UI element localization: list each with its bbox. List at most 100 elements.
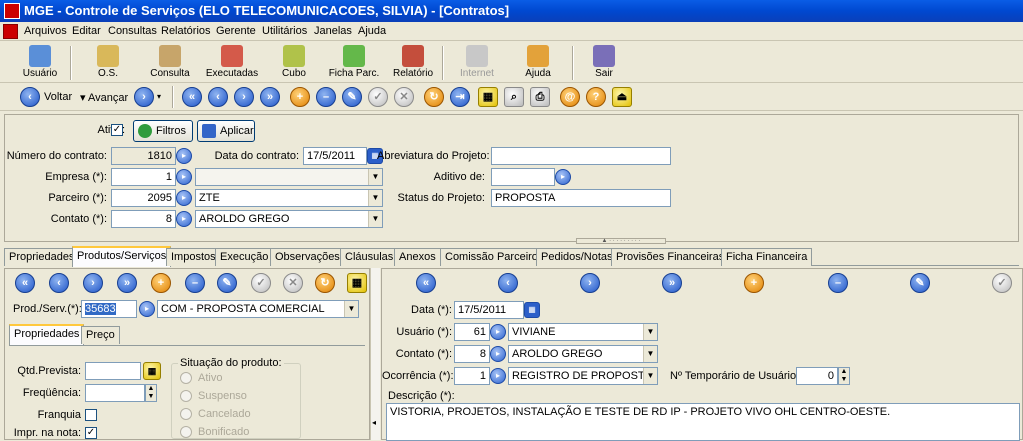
chevron-down-icon[interactable]: ▼ <box>643 368 657 384</box>
edit-icon[interactable]: ✎ <box>217 273 237 293</box>
usuario-lookup-icon[interactable]: ▸ <box>490 324 506 340</box>
prod-name-dropdown[interactable]: COM - PROPOSTA COMERCIAL ▼ <box>157 300 359 318</box>
menu-gerente[interactable]: Gerente <box>216 24 256 39</box>
contato-lookup-icon[interactable]: ▸ <box>176 211 192 227</box>
menu-arquivos[interactable]: Arquivos <box>24 24 67 39</box>
parceiro-name-dropdown[interactable]: ZTE ▼ <box>195 189 383 207</box>
calculator-icon[interactable]: ▦ <box>347 273 367 293</box>
empresa-code-field[interactable]: 1 <box>111 168 176 186</box>
chevron-down-icon[interactable]: ▼ <box>344 301 358 317</box>
splitter-handle[interactable]: ▲ · · · · · · · · · <box>576 238 666 244</box>
last-record-icon[interactable]: » <box>117 273 137 293</box>
insert-icon[interactable]: + <box>744 273 764 293</box>
back-label[interactable]: Voltar <box>44 91 72 103</box>
contato-ocorr-code-field[interactable]: 8 <box>454 345 490 363</box>
delete-icon[interactable]: – <box>185 273 205 293</box>
descricao-textarea[interactable]: VISTORIA, PROJETOS, INSTALAÇÃO E TESTE D… <box>386 403 1020 441</box>
frequencia-field[interactable] <box>85 384 145 402</box>
calculator-icon[interactable]: ▦ <box>143 362 161 380</box>
usuario-name-dropdown[interactable]: VIVIANE ▼ <box>508 323 658 341</box>
os-button[interactable]: O.S. <box>84 45 132 81</box>
temp-usuarios-spinner[interactable]: ▲ ▼ <box>838 367 850 385</box>
numero-lookup-icon[interactable]: ▸ <box>176 148 192 164</box>
aplicar-button[interactable]: Aplicar <box>197 120 255 142</box>
tab-anexos[interactable]: Anexos <box>394 248 441 266</box>
parceiro-code-field[interactable]: 2095 <box>111 189 176 207</box>
menu-utilitarios[interactable]: Utilitários <box>262 24 307 39</box>
prod-lookup-icon[interactable]: ▸ <box>139 301 155 317</box>
insert-icon[interactable]: + <box>290 87 310 107</box>
chevron-down-icon[interactable]: ▼ <box>368 190 382 206</box>
last-record-icon[interactable]: » <box>260 87 280 107</box>
tab-pedidos-notas[interactable]: Pedidos/Notas <box>536 248 618 266</box>
document-icon[interactable] <box>3 24 18 39</box>
tab-provisoes-financeiras[interactable]: Provisões Financeiras <box>611 248 730 266</box>
refresh-icon[interactable]: ↻ <box>424 87 444 107</box>
email-icon[interactable]: @ <box>560 87 580 107</box>
post-icon[interactable]: ✓ <box>251 273 271 293</box>
menu-editar[interactable]: Editar <box>72 24 101 39</box>
cubo-button[interactable]: Cubo <box>272 45 316 81</box>
panel-divider-scrollbar[interactable]: ◂ <box>370 268 380 440</box>
edit-icon[interactable]: ✎ <box>910 273 930 293</box>
post-icon[interactable]: ✓ <box>368 87 388 107</box>
ocorrencia-code-field[interactable]: 1 <box>454 367 490 385</box>
empresa-name-dropdown[interactable]: ▼ <box>195 168 383 186</box>
previous-record-icon[interactable]: ‹ <box>208 87 228 107</box>
numero-field[interactable]: 1810 <box>111 147 176 165</box>
search-record-icon[interactable]: ⇥ <box>450 87 470 107</box>
radio-suspenso[interactable] <box>180 390 192 402</box>
chevron-down-icon[interactable]: ▼ <box>368 211 382 227</box>
tab-produtos-servicos[interactable]: Produtos/Serviços <box>72 246 172 267</box>
forward-dropdown-icon[interactable]: ▾ <box>157 92 161 101</box>
ajuda-button[interactable]: Ajuda <box>518 45 558 81</box>
subtab-preco[interactable]: Preço <box>81 326 120 344</box>
usuario-button[interactable]: Usuário <box>16 45 64 81</box>
parceiro-lookup-icon[interactable]: ▸ <box>176 190 192 206</box>
relatorio-button[interactable]: Relatório <box>390 45 436 81</box>
sair-button[interactable]: Sair <box>584 45 624 81</box>
menu-ajuda[interactable]: Ajuda <box>358 24 386 39</box>
first-record-icon[interactable]: « <box>15 273 35 293</box>
tab-observacoes[interactable]: Observações <box>270 248 345 266</box>
previous-record-icon[interactable]: ‹ <box>49 273 69 293</box>
next-record-icon[interactable]: › <box>83 273 103 293</box>
print-icon[interactable]: ⎙ <box>530 87 550 107</box>
ocorrencia-lookup-icon[interactable]: ▸ <box>490 368 506 384</box>
impr-checkbox[interactable]: ✓ <box>85 427 97 439</box>
menu-relatorios[interactable]: Relatórios <box>161 24 211 39</box>
usuario-code-field[interactable]: 61 <box>454 323 490 341</box>
tab-clausulas[interactable]: Cláusulas <box>340 248 399 266</box>
cancel-icon[interactable]: ✕ <box>394 87 414 107</box>
edit-icon[interactable]: ✎ <box>342 87 362 107</box>
insert-icon[interactable]: + <box>151 273 171 293</box>
ocorrencia-name-dropdown[interactable]: REGISTRO DE PROPOSTA ▼ <box>508 367 658 385</box>
aditivo-lookup-icon[interactable]: ▸ <box>555 169 571 185</box>
contato-name-dropdown[interactable]: AROLDO GREGO ▼ <box>195 210 383 228</box>
qtd-field[interactable] <box>85 362 141 380</box>
tab-execucao[interactable]: Execução <box>215 248 274 266</box>
internet-button[interactable]: Internet <box>454 45 500 81</box>
contato-ocorr-name-dropdown[interactable]: AROLDO GREGO ▼ <box>508 345 658 363</box>
executadas-button[interactable]: Executadas <box>202 45 262 81</box>
first-record-icon[interactable]: « <box>182 87 202 107</box>
abreviatura-field[interactable] <box>491 147 671 165</box>
calculator-icon[interactable]: ▦ <box>478 87 498 107</box>
forward-icon[interactable]: › <box>134 87 154 107</box>
previous-record-icon[interactable]: ‹ <box>498 273 518 293</box>
cancel-icon[interactable]: ✕ <box>283 273 303 293</box>
temp-usuarios-field[interactable]: 0 <box>796 367 838 385</box>
help-round-icon[interactable]: ? <box>586 87 606 107</box>
refresh-icon[interactable]: ↻ <box>315 273 335 293</box>
post-icon[interactable]: ✓ <box>992 273 1012 293</box>
contato-ocorr-lookup-icon[interactable]: ▸ <box>490 346 506 362</box>
ficha-parc-button[interactable]: Ficha Parc. <box>326 45 382 81</box>
last-record-icon[interactable]: » <box>662 273 682 293</box>
empresa-lookup-icon[interactable]: ▸ <box>176 169 192 185</box>
radio-ativo[interactable] <box>180 372 192 384</box>
back-icon[interactable]: ‹ <box>20 87 40 107</box>
menu-consultas[interactable]: Consultas <box>108 24 157 39</box>
delete-icon[interactable]: – <box>316 87 336 107</box>
data-ocorr-field[interactable]: 17/5/2011 <box>454 301 524 319</box>
franquia-checkbox[interactable] <box>85 409 97 421</box>
